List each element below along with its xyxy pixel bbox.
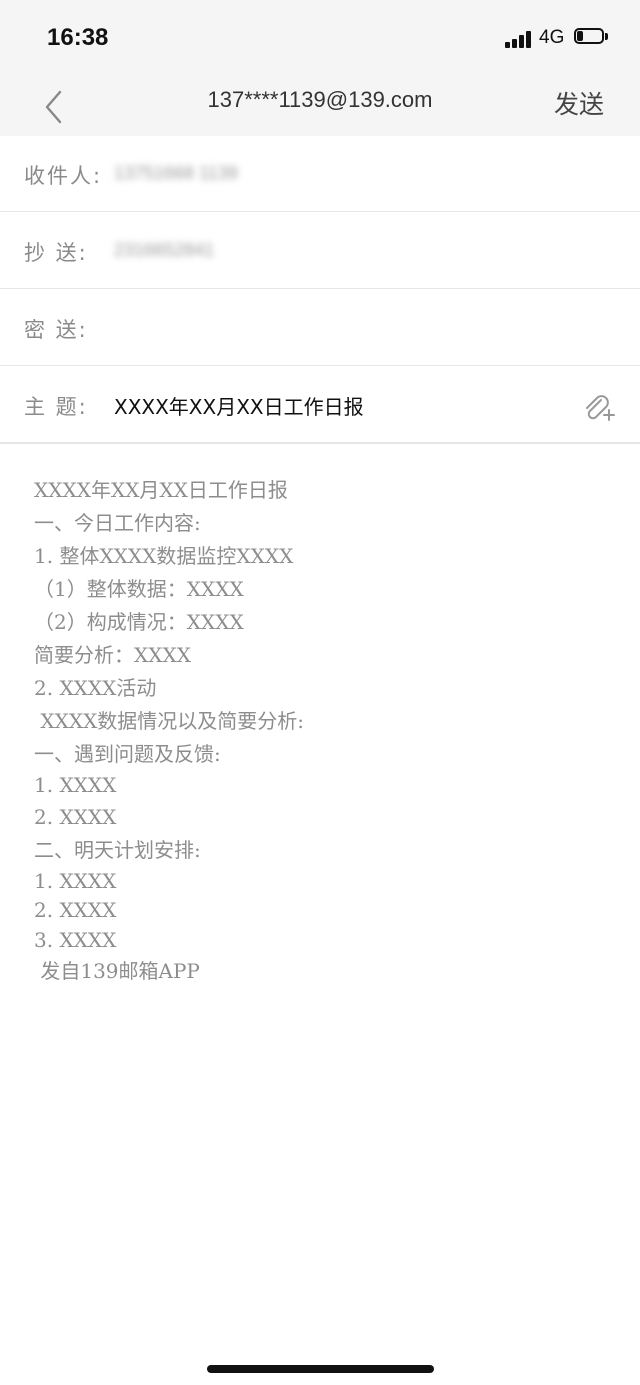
- body-line: 2. XXXX: [34, 898, 117, 922]
- body-line: 发自139邮箱APP: [34, 959, 200, 983]
- bcc-field-row[interactable]: 密 送:: [0, 290, 640, 366]
- to-label: 收件人:: [24, 164, 103, 188]
- cc-label: 抄 送:: [24, 241, 88, 265]
- body-line: 2. XXXX活动: [34, 676, 157, 700]
- body-line: （1）整体数据：XXXX: [34, 577, 244, 601]
- to-field-row[interactable]: 收件人: 13751668 1139: [0, 136, 640, 212]
- body-line: 2. XXXX: [34, 804, 117, 829]
- paperclip-add-icon[interactable]: [583, 394, 615, 422]
- network-type: 4G: [539, 27, 565, 48]
- cc-value[interactable]: 2316652841: [114, 240, 214, 261]
- body-line: 一、今日工作内容:: [34, 511, 201, 535]
- bcc-label: 密 送:: [24, 318, 88, 342]
- body-line: 3. XXXX: [34, 927, 117, 952]
- body-line: 二、明天计划安排:: [34, 837, 201, 862]
- subject-label: 主 题:: [24, 395, 88, 419]
- subject-field-row[interactable]: 主 题: XXXX年XX月XX日工作日报: [0, 367, 640, 444]
- body-line: 简要分析：XXXX: [34, 643, 191, 667]
- signal-icon: [505, 30, 533, 48]
- to-value[interactable]: 13751668 1139: [114, 163, 238, 184]
- nav-bar: 137****1139@139.com 发送: [0, 78, 640, 136]
- email-body[interactable]: XXXX年XX月XX日工作日报 一、今日工作内容: 1. 整体XXXX数据监控X…: [34, 474, 614, 988]
- sender-account-title: 137****1139@139.com: [207, 87, 433, 112]
- home-indicator[interactable]: [207, 1365, 434, 1373]
- body-line: XXXX年XX月XX日工作日报: [34, 478, 288, 502]
- cc-field-row[interactable]: 抄 送: 2316652841: [0, 213, 640, 289]
- body-line: XXXX数据情况以及简要分析:: [34, 709, 305, 733]
- send-button[interactable]: 发送: [554, 85, 604, 121]
- subject-input[interactable]: XXXX年XX月XX日工作日报: [114, 391, 364, 420]
- status-time: 16:38: [47, 24, 109, 51]
- body-line: 1. XXXX: [34, 868, 117, 893]
- battery-icon: [574, 28, 610, 46]
- body-line: 一、遇到问题及反馈:: [34, 742, 221, 766]
- body-line: （2）构成情况：XXXX: [34, 610, 244, 634]
- status-bar: 16:38 4G: [0, 0, 640, 78]
- body-line: 1. 整体XXXX数据监控XXXX: [34, 544, 294, 568]
- body-line: 1. XXXX: [34, 773, 117, 797]
